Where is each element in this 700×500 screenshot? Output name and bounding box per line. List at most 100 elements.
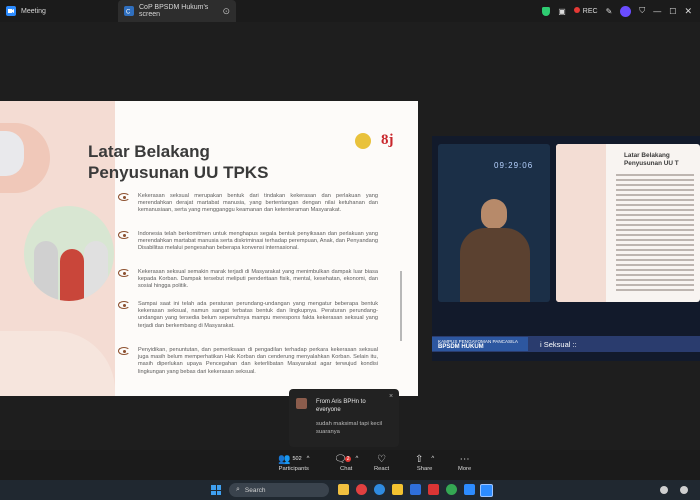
- search-icon: ⌕: [236, 486, 240, 493]
- heart-smile-icon: ♡: [377, 453, 387, 465]
- chevron-up-icon[interactable]: ^: [307, 456, 310, 462]
- share-label: Share: [416, 466, 433, 472]
- child-figure: [34, 241, 58, 301]
- shared-slide: Latar Belakang Penyusunan UU TPKS 8j Kek…: [0, 101, 418, 396]
- participants-label: Participants: [278, 466, 309, 472]
- mini-slide-preview: Latar Belakang Penyusunan UU T: [556, 144, 700, 302]
- chrome-icon[interactable]: [446, 484, 457, 495]
- meeting-toolbar: 👥 502 ^ Participants 🗨 2 ^ Chat ♡ React ⇧ ^ S…: [0, 450, 700, 480]
- tab-meeting[interactable]: Meeting: [0, 0, 118, 22]
- share-button[interactable]: ⇧ ^ Share: [415, 452, 434, 473]
- pdf-icon[interactable]: [428, 484, 439, 495]
- tab-shared-screen-label: CoP BPSDM Hukum's screen: [139, 4, 209, 18]
- chat-button[interactable]: 🗨 2 ^ Chat: [334, 452, 358, 473]
- paragraph-text: Kekerasan seksual semakin marak terjadi …: [138, 269, 378, 290]
- recording-indicator[interactable]: REC: [573, 7, 598, 15]
- chat-label: Chat: [340, 466, 353, 472]
- paragraph-text: Kekerasan seksual merupakan bentuk dari …: [138, 193, 378, 214]
- more-label: More: [458, 466, 472, 472]
- presenter-head: [481, 199, 507, 229]
- rec-label: REC: [582, 8, 598, 15]
- chevron-up-icon[interactable]: ^: [355, 456, 358, 462]
- paragraph-text: Indonesia telah berkomitmen untuk mengha…: [138, 231, 378, 252]
- share-screen-icon: ⇧: [415, 453, 424, 465]
- background-screen-clock: 09:29:06: [494, 161, 534, 170]
- system-tray-icon[interactable]: [660, 486, 668, 494]
- meeting-stage: Latar Belakang Penyusunan UU TPKS 8j Kek…: [0, 22, 700, 450]
- participants-icon: 👥: [278, 453, 291, 465]
- news-ticker: KAMPUS PENGAYOMAN PANCASILA BPSDM HUKUM …: [432, 336, 700, 352]
- chat-bubble-icon[interactable]: ▣: [558, 7, 566, 16]
- chat-notification[interactable]: From Aris BPHn to everyone sudah maksima…: [289, 389, 399, 447]
- mini-slide-photo: [556, 144, 606, 302]
- slide-paragraph: Sampai saat ini telah ada peraturan peru…: [118, 301, 378, 330]
- ai-companion-icon[interactable]: [620, 5, 632, 17]
- react-button[interactable]: ♡ React: [374, 452, 390, 473]
- slide-paragraph: Kekerasan seksual semakin marak terjadi …: [118, 269, 378, 291]
- taskbar-search[interactable]: ⌕ Search: [229, 483, 329, 497]
- tab-options-icon[interactable]: ⊙: [222, 6, 230, 17]
- chat-message: sudah maksimal tapi kecil suaranya: [316, 421, 383, 435]
- edge-icon[interactable]: [374, 484, 385, 495]
- file-explorer-icon[interactable]: [392, 484, 403, 495]
- word-icon[interactable]: [464, 484, 475, 495]
- mini-title-line2: Penyusunan UU T: [624, 160, 679, 167]
- maximize-icon[interactable]: ☐: [669, 7, 676, 16]
- react-label: React: [374, 466, 390, 472]
- mini-slide-text: [616, 174, 694, 294]
- presenter-video: 09:29:06: [438, 144, 550, 302]
- shield-check-icon[interactable]: ⛉: [639, 6, 645, 16]
- shield-icon[interactable]: [542, 6, 551, 16]
- store-icon[interactable]: [410, 484, 421, 495]
- ticker-badge: KAMPUS PENGAYOMAN PANCASILA BPSDM HUKUM: [432, 337, 528, 351]
- chevron-up-icon[interactable]: ^: [431, 456, 434, 462]
- window-titlebar: Meeting C CoP BPSDM Hukum's screen ⊙ ▣ R…: [0, 0, 700, 22]
- widget-icon[interactable]: [338, 484, 349, 495]
- close-icon[interactable]: ×: [389, 393, 393, 400]
- anniversary-logo: 8j: [381, 132, 394, 148]
- record-dot-icon: [573, 7, 580, 13]
- bullet-icon: [118, 347, 130, 355]
- copilot-icon[interactable]: [356, 484, 367, 495]
- slide-scrollbar[interactable]: [400, 271, 402, 341]
- presenter-body: [460, 228, 530, 302]
- child-figure: [84, 241, 108, 301]
- minimize-icon[interactable]: —: [653, 7, 661, 16]
- zoom-icon: [6, 6, 16, 16]
- search-placeholder: Search: [244, 486, 266, 494]
- bullet-icon: [118, 231, 130, 239]
- more-icon: ⋯: [459, 453, 470, 465]
- slide-photo-children: [24, 206, 114, 301]
- avatar: [296, 398, 307, 409]
- paragraph-text: Penyidikan, penuntutan, dan pemeriksaan …: [138, 347, 378, 375]
- child-figure: [60, 249, 84, 301]
- participants-button[interactable]: 👥 502 ^ Participants: [278, 452, 310, 473]
- participants-count: 502: [292, 456, 302, 462]
- ticker-text: i Seksual ::: [540, 339, 577, 349]
- svg-text:C: C: [126, 10, 131, 16]
- titlebar-controls: ▣ REC ✎ ⛉ — ☐ ✕: [542, 0, 700, 22]
- tab-shared-screen[interactable]: C CoP BPSDM Hukum's screen ⊙: [118, 0, 236, 22]
- video-panel[interactable]: 09:29:06 Latar Belakang Penyusunan UU T …: [432, 136, 700, 361]
- os-taskbar: ⌕ Search: [0, 480, 700, 500]
- slide-title-line1: Latar Belakang: [88, 142, 210, 161]
- windows-start-icon[interactable]: [211, 485, 221, 495]
- bullet-icon: [118, 193, 130, 201]
- bullet-icon: [118, 269, 130, 277]
- slide-title: Latar Belakang Penyusunan UU TPKS: [88, 141, 288, 183]
- slide-paragraph: Kekerasan seksual merupakan bentuk dari …: [118, 193, 378, 215]
- ministry-logo-icon: [355, 132, 371, 149]
- close-icon[interactable]: ✕: [684, 6, 692, 17]
- zoom-taskbar-icon[interactable]: [480, 484, 493, 497]
- more-button[interactable]: ⋯ More: [458, 452, 472, 473]
- paragraph-text: Sampai saat ini telah ada peraturan peru…: [138, 301, 378, 329]
- mini-title-line1: Latar Belakang: [624, 152, 670, 159]
- shared-screen-icon: C: [124, 6, 134, 16]
- system-tray-icon[interactable]: [680, 486, 688, 494]
- tab-meeting-label: Meeting: [21, 7, 46, 15]
- slide-paragraph: Indonesia telah berkomitmen untuk mengha…: [118, 231, 378, 253]
- slide-title-line2: Penyusunan UU TPKS: [88, 163, 269, 182]
- slide-paragraph: Penyidikan, penuntutan, dan pemeriksaan …: [118, 347, 378, 376]
- slide-logos: 8j: [355, 132, 394, 149]
- sparkle-icon[interactable]: ✎: [606, 7, 613, 16]
